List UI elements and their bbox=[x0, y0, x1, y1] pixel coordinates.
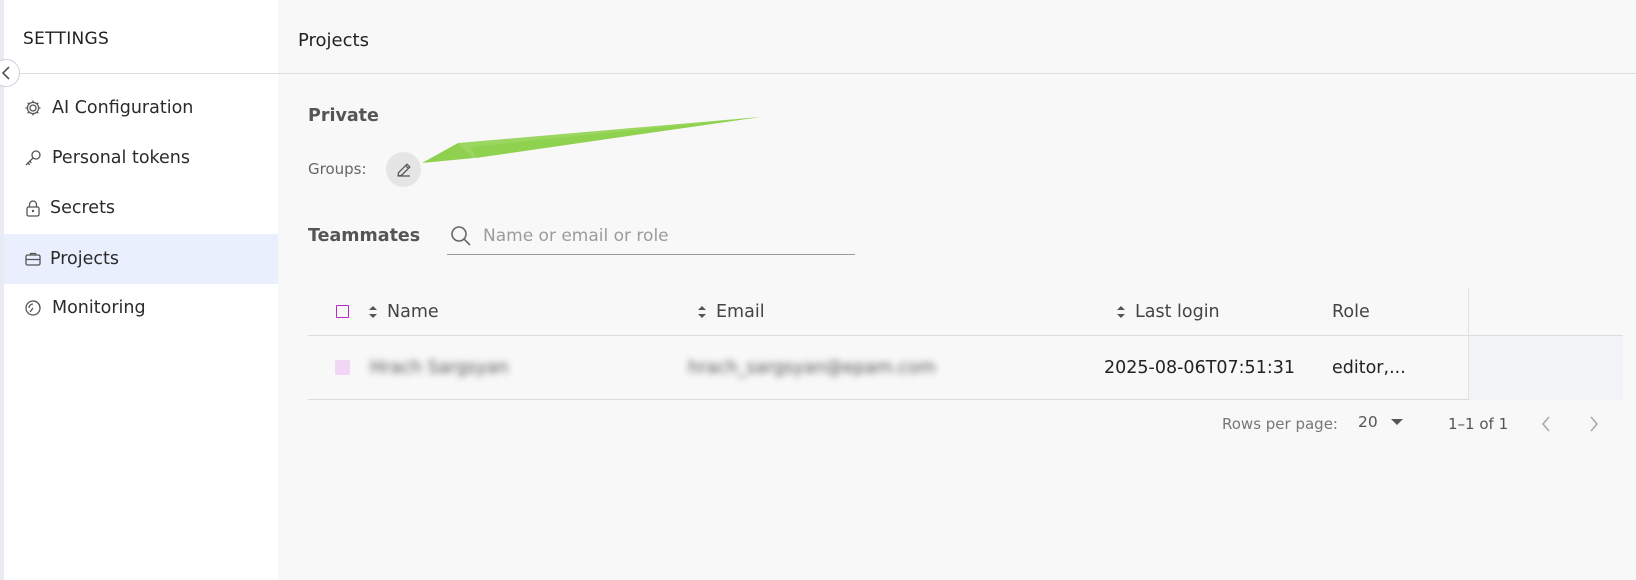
page-title: Projects bbox=[298, 30, 369, 51]
rows-per-page-label: Rows per page: bbox=[1222, 415, 1338, 433]
sidebar-item-label: AI Configuration bbox=[52, 98, 194, 118]
project-name: Private bbox=[308, 106, 379, 126]
column-header-label: Name bbox=[387, 301, 439, 322]
table-header: Name Email Last login Role bbox=[308, 288, 1623, 336]
pagination: Rows per page: 20 1–1 of 1 bbox=[278, 403, 1636, 443]
select-all-checkbox[interactable] bbox=[336, 305, 349, 318]
row-checkbox-cell bbox=[335, 336, 350, 399]
cell-email: hrach_sargsyan@epam.com bbox=[688, 357, 936, 378]
search-input[interactable] bbox=[483, 226, 843, 246]
column-header-label: Role bbox=[1332, 301, 1370, 322]
sidebar-item-projects[interactable]: Projects bbox=[4, 234, 278, 284]
teammates-label: Teammates bbox=[308, 226, 421, 246]
sidebar-item-label: Monitoring bbox=[52, 298, 146, 318]
groups-label: Groups: bbox=[308, 160, 367, 178]
select-all-cell bbox=[336, 288, 349, 335]
sort-icon bbox=[697, 304, 707, 320]
sidebar-item-secrets[interactable]: Secrets bbox=[4, 183, 278, 233]
column-header-email[interactable]: Email bbox=[697, 288, 765, 335]
chevron-right-icon bbox=[1590, 416, 1599, 432]
column-header-last-login[interactable]: Last login bbox=[1116, 288, 1220, 335]
sidebar-title: SETTINGS bbox=[23, 29, 110, 49]
row-actions-cell bbox=[1469, 336, 1623, 400]
sidebar-item-personal-tokens[interactable]: Personal tokens bbox=[4, 133, 278, 183]
key-icon bbox=[23, 148, 43, 168]
sidebar-item-monitoring[interactable]: Monitoring bbox=[4, 283, 278, 333]
monitoring-icon bbox=[23, 298, 43, 318]
main-content: Projects Private Groups: Teammates Name … bbox=[278, 0, 1636, 580]
lock-icon bbox=[23, 198, 43, 218]
table-row[interactable]: Hrach Sargsyan hrach_sargsyan@epam.com 2… bbox=[308, 336, 1623, 400]
column-header-label: Last login bbox=[1135, 301, 1220, 322]
teammates-search bbox=[447, 218, 855, 255]
column-header-label: Email bbox=[716, 301, 765, 322]
rows-per-page-value: 20 bbox=[1358, 413, 1378, 431]
column-header-name[interactable]: Name bbox=[368, 288, 439, 335]
cell-role: editor,... bbox=[1332, 357, 1406, 378]
header-divider bbox=[278, 73, 1636, 74]
briefcase-icon bbox=[23, 249, 43, 269]
sidebar-item-ai-configuration[interactable]: AI Configuration bbox=[4, 83, 278, 133]
rows-per-page-select[interactable]: 20 bbox=[1358, 413, 1404, 431]
sidebar-item-label: Projects bbox=[50, 249, 119, 269]
next-page-button[interactable] bbox=[1582, 412, 1606, 436]
column-header-role[interactable]: Role bbox=[1332, 288, 1370, 335]
cell-last-login: 2025-08-06T07:51:31 bbox=[1104, 357, 1295, 378]
cell-name: Hrach Sargsyan bbox=[370, 357, 509, 378]
edit-groups-button[interactable] bbox=[386, 152, 421, 187]
teammates-table: Name Email Last login Role Hrach Sargsya… bbox=[308, 288, 1623, 400]
previous-page-button[interactable] bbox=[1534, 412, 1558, 436]
sidebar-item-label: Personal tokens bbox=[52, 148, 191, 168]
settings-page: SETTINGS AI Configuration Personal token… bbox=[0, 0, 1636, 580]
sidebar-item-label: Secrets bbox=[50, 198, 116, 218]
caret-down-icon bbox=[1390, 419, 1403, 425]
pencil-icon bbox=[396, 163, 410, 177]
annotation-arrow bbox=[422, 117, 760, 163]
gear-icon bbox=[23, 98, 43, 118]
chevron-left-icon bbox=[1541, 416, 1550, 432]
chevron-left-icon bbox=[1, 66, 10, 80]
sidebar-divider bbox=[4, 73, 278, 74]
search-icon bbox=[451, 226, 471, 246]
sort-icon bbox=[1116, 304, 1126, 320]
row-checkbox[interactable] bbox=[335, 360, 350, 375]
sort-icon bbox=[368, 304, 378, 320]
sidebar: SETTINGS AI Configuration Personal token… bbox=[0, 0, 278, 580]
pagination-range: 1–1 of 1 bbox=[1448, 415, 1509, 433]
